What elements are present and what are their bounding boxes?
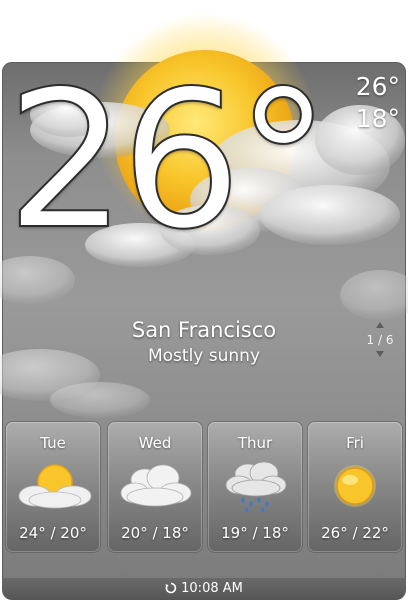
forecast-range: 24° / 20° <box>19 524 87 542</box>
forecast-day-label: Wed <box>138 434 172 452</box>
forecast-day-wed[interactable]: Wed 20° / 18° <box>108 422 202 552</box>
forecast-row: Tue 24° / 20° Wed 20° / 18° Thur 19° / 1… <box>6 422 404 554</box>
current-temperature: 26° <box>5 50 332 271</box>
forecast-day-label: Fri <box>346 434 364 452</box>
high-temperature: 26° <box>355 72 400 101</box>
pager-position: 1 / 6 <box>366 333 394 347</box>
city-name[interactable]: San Francisco <box>0 318 408 342</box>
sunny-icon <box>334 465 376 507</box>
cloudy-icon <box>120 464 192 507</box>
degree-symbol: ° <box>235 50 332 271</box>
forecast-range: 26° / 22° <box>321 524 389 542</box>
weather-condition: Mostly sunny <box>147 346 261 366</box>
forecast-range: 20° / 18° <box>121 524 189 542</box>
refresh-icon[interactable] <box>165 582 177 594</box>
forecast-day-label: Tue <box>40 434 66 452</box>
location-pager[interactable]: 1 / 6 <box>364 322 396 357</box>
rain-icon <box>225 461 287 513</box>
chevron-up-icon[interactable] <box>376 322 384 328</box>
forecast-day-thur[interactable]: Thur 19° / 18° <box>208 422 302 552</box>
forecast-day-tue[interactable]: Tue 24° / 20° <box>6 422 100 552</box>
last-updated-bar[interactable]: 10:08 AM <box>2 578 406 600</box>
forecast-range: 19° / 18° <box>221 524 289 542</box>
last-updated-time: 10:08 AM <box>181 581 243 596</box>
chevron-down-icon[interactable] <box>376 351 384 357</box>
forecast-day-fri[interactable]: Fri 26° / 22° <box>308 422 402 552</box>
low-temperature: 18° <box>355 104 400 133</box>
partly-sunny-icon <box>18 464 92 509</box>
forecast-day-label: Thur <box>237 434 273 452</box>
